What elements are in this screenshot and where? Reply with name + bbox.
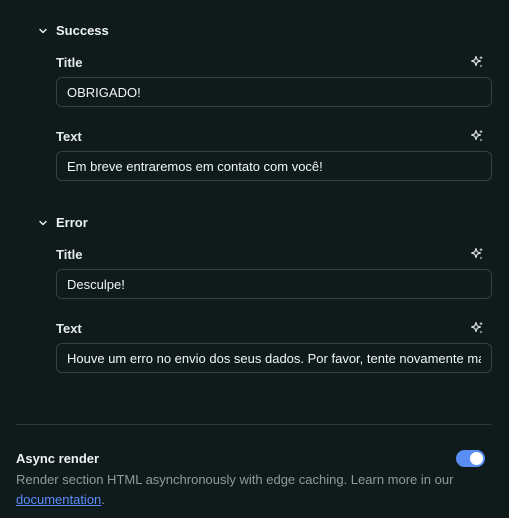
toggle-knob xyxy=(470,452,483,465)
error-text-label: Text xyxy=(56,321,82,336)
error-section-toggle[interactable]: Error xyxy=(38,215,88,230)
chevron-down-icon xyxy=(39,220,47,225)
error-title-input[interactable] xyxy=(56,269,492,299)
async-render-toggle[interactable] xyxy=(456,450,485,467)
async-render-description-text: Render section HTML asynchronously with … xyxy=(16,472,454,487)
description-suffix: . xyxy=(101,492,105,507)
success-section-toggle[interactable]: Success xyxy=(38,23,109,38)
success-text-input[interactable] xyxy=(56,151,492,181)
sparkles-icon[interactable] xyxy=(470,129,484,143)
success-section-title: Success xyxy=(56,23,109,38)
error-title-label: Title xyxy=(56,247,83,262)
async-render-description: Render section HTML asynchronously with … xyxy=(16,470,456,510)
form-messages-panel: Success Title Text Error Title Text Asyn… xyxy=(0,0,509,518)
chevron-down-icon xyxy=(39,28,47,33)
sparkles-icon[interactable] xyxy=(470,321,484,335)
success-title-label: Title xyxy=(56,55,83,70)
error-text-input[interactable] xyxy=(56,343,492,373)
section-divider xyxy=(16,424,492,425)
success-text-label: Text xyxy=(56,129,82,144)
error-section-title: Error xyxy=(56,215,88,230)
documentation-link[interactable]: documentation xyxy=(16,492,101,507)
sparkles-icon[interactable] xyxy=(470,247,484,261)
sparkles-icon[interactable] xyxy=(470,55,484,69)
success-title-input[interactable] xyxy=(56,77,492,107)
async-render-title: Async render xyxy=(16,451,100,466)
